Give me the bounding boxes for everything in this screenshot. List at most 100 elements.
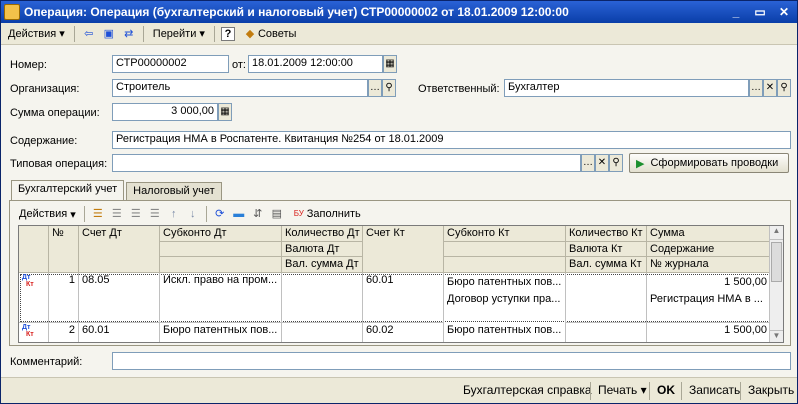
move-up-icon[interactable]: ↑ — [166, 206, 182, 222]
amount-field[interactable]: 3 000,00 — [112, 103, 218, 121]
row-num: 1 — [49, 273, 79, 323]
app-icon — [4, 4, 20, 20]
columns-icon[interactable]: ⇵ — [250, 206, 266, 222]
tab-tax[interactable]: Налоговый учет — [126, 182, 222, 200]
corr-icon[interactable]: ▬ — [231, 206, 247, 222]
footer-separator — [681, 382, 682, 400]
debit-account-cell[interactable]: 08.05 — [79, 273, 160, 323]
credit-subconto-1: Бюро патентных пов... — [447, 276, 562, 288]
scroll-up-icon[interactable]: ▲ — [770, 226, 783, 240]
vertical-scrollbar[interactable]: ▲ ▼ — [769, 226, 783, 342]
tab-accounting[interactable]: Бухгалтерский учет — [11, 180, 125, 200]
chevron-down-icon: ▾ — [56, 28, 65, 40]
toolbar-separator — [83, 206, 85, 222]
content-label: Содержание: — [10, 135, 78, 147]
maximize-button[interactable]: ▭ — [751, 4, 769, 20]
debit-qty-cell[interactable] — [282, 273, 363, 323]
debit-account-cell[interactable]: 60.01 — [79, 323, 160, 342]
chevron-down-icon: ▾ — [67, 208, 76, 221]
calculator-icon[interactable]: ▦ — [218, 103, 232, 121]
refresh-icon[interactable]: ⇄ — [121, 26, 137, 42]
document-icon[interactable]: ▣ — [101, 26, 117, 42]
credit-qty-cell[interactable] — [566, 273, 647, 323]
debit-qty-cell[interactable] — [282, 323, 363, 342]
content-value: Регистрация НМА в ... — [650, 293, 763, 305]
amount-label: Сумма операции: — [10, 107, 100, 119]
debit-subconto-cell[interactable]: Бюро патентных пов... — [160, 323, 282, 342]
delete-row-icon[interactable]: ☰ — [147, 206, 163, 222]
toolbar-separator — [213, 25, 215, 42]
col-header-blank — [444, 242, 566, 257]
credit-account-cell[interactable]: 60.02 — [363, 323, 444, 342]
footer-separator — [590, 382, 591, 400]
save-button[interactable]: Записать — [683, 382, 746, 400]
clear-icon[interactable]: ✕ — [763, 79, 777, 97]
help-button[interactable]: ? — [220, 26, 235, 41]
scroll-down-icon[interactable]: ▼ — [770, 330, 783, 342]
grid-toolbar: Действия ▾ ☰ ☰ ☰ ☰ ↑ ↓ ⟳ ▬ ⇵ ▤ БУ Заполни… — [16, 204, 364, 224]
generate-entries-label: Сформировать проводки — [650, 157, 779, 169]
close-button[interactable]: Закрыть — [742, 382, 798, 400]
add-row-icon[interactable]: ☰ — [90, 206, 106, 222]
select-button[interactable]: … — [581, 154, 595, 172]
calendar-icon[interactable]: ▦ — [383, 55, 397, 73]
entries-table: № Счет Дт Субконто Дт Количество Дт Валю… — [18, 225, 784, 343]
footer-bar: Бухгалтерская справка Печать ▾ OK Записа… — [1, 377, 797, 403]
number-field[interactable]: СТР00000002 — [112, 55, 229, 73]
template-operation-label: Типовая операция: — [10, 158, 108, 170]
credit-subconto-cell[interactable]: Бюро патентных пов... Договор уступки пр… — [444, 273, 566, 323]
template-operation-field[interactable] — [112, 154, 581, 172]
col-header-credit-subconto: Субконто Кт — [444, 226, 566, 242]
col-header-credit-account: Счет Кт — [363, 226, 444, 273]
row-num: 2 — [49, 323, 79, 342]
minimize-button[interactable]: _ — [727, 4, 745, 20]
content-field[interactable]: Регистрация НМА в Роспатенте. Квитанция … — [112, 131, 791, 149]
col-header-icon — [19, 226, 49, 273]
accounting-report-button[interactable]: Бухгалтерская справка — [457, 382, 598, 400]
open-search-icon[interactable]: ⚲ — [382, 79, 396, 97]
scroll-thumb[interactable] — [771, 242, 782, 282]
select-button[interactable]: … — [749, 79, 763, 97]
fill-icon: БУ — [293, 209, 304, 218]
actions-menu[interactable]: Действия ▾ — [5, 25, 68, 43]
table-row[interactable]: Дт Кт 2 60.01 Бюро патентных пов... 60.02… — [19, 323, 771, 342]
close-window-button[interactable]: ✕ — [775, 4, 793, 20]
fill-button[interactable]: БУ Заполнить — [288, 205, 364, 223]
ok-button[interactable]: OK — [651, 382, 681, 400]
comment-label: Комментарий: — [10, 356, 83, 368]
copy-row-icon[interactable]: ☰ — [109, 206, 125, 222]
goto-menu[interactable]: Перейти ▾ — [150, 25, 208, 43]
sum-cell[interactable]: 1 500,00 — [647, 323, 771, 342]
debit-subconto-cell[interactable]: Искл. право на пром... — [160, 273, 282, 323]
col-header-credit-currency: Валюта Кт — [566, 242, 647, 257]
open-search-icon[interactable]: ⚲ — [609, 154, 623, 172]
table-icon[interactable]: ▤ — [269, 206, 285, 222]
credit-qty-cell[interactable] — [566, 323, 647, 342]
responsible-field[interactable]: Бухгалтер — [504, 79, 749, 97]
table-row[interactable]: Дт Кт 1 08.05 Искл. право на пром... 60.0… — [19, 273, 771, 323]
goto-label: Перейти — [152, 27, 197, 40]
col-header-debit-account: Счет Дт — [79, 226, 160, 273]
clear-icon[interactable]: ✕ — [595, 154, 609, 172]
date-field[interactable]: 18.01.2009 12:00:00 — [248, 55, 383, 73]
credit-account-cell[interactable]: 60.01 — [363, 273, 444, 323]
recalc-icon[interactable]: ⟳ — [212, 206, 228, 222]
tips-icon: ◆ — [245, 27, 255, 40]
move-down-icon[interactable]: ↓ — [185, 206, 201, 222]
tips-label: Советы — [257, 27, 297, 40]
back-arrow-icon[interactable]: ⇦ — [81, 26, 97, 42]
window-title: Операция: Операция (бухгалтерский и нало… — [24, 5, 569, 19]
edit-row-icon[interactable]: ☰ — [128, 206, 144, 222]
grid-actions-menu[interactable]: Действия ▾ — [16, 205, 79, 223]
open-search-icon[interactable]: ⚲ — [777, 79, 791, 97]
generate-entries-button[interactable]: ▶ Сформировать проводки — [629, 153, 789, 173]
credit-subconto-cell[interactable]: Бюро патентных пов... — [444, 323, 566, 342]
col-header-credit-cur-sum: Вал. сумма Кт — [566, 257, 647, 273]
tips-button[interactable]: ◆ Советы — [239, 25, 299, 43]
print-menu-button[interactable]: Печать ▾ — [592, 382, 653, 400]
number-label: Номер: — [10, 59, 47, 71]
organization-field[interactable]: Строитель — [112, 79, 368, 97]
sum-content-cell[interactable]: 1 500,00 Регистрация НМА в ... — [647, 273, 771, 323]
select-button[interactable]: … — [368, 79, 382, 97]
comment-field[interactable] — [112, 352, 791, 370]
